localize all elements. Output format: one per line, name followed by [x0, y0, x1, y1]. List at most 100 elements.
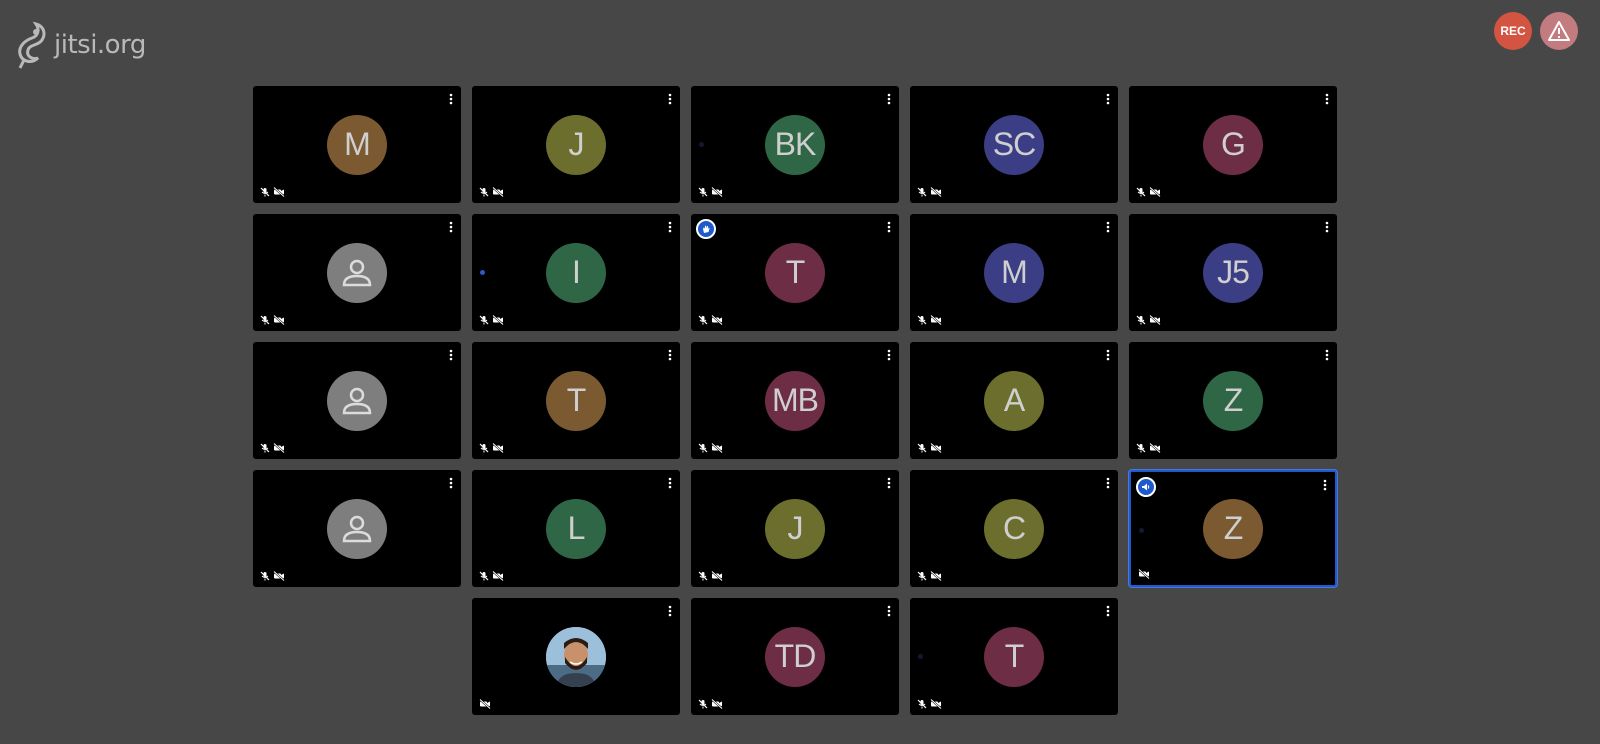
mic-off-icon [479, 571, 489, 581]
status-indicators [698, 315, 723, 325]
more-options-icon[interactable] [885, 348, 893, 362]
status-indicators [917, 571, 942, 581]
camera-off-icon [930, 315, 942, 325]
camera-off-icon [492, 187, 504, 197]
avatar-initials: TD [774, 638, 817, 674]
more-options-icon[interactable] [666, 348, 674, 362]
status-indicators [479, 315, 504, 325]
more-options-icon[interactable] [1323, 220, 1331, 234]
camera-off-icon [1138, 569, 1150, 579]
participant-tile[interactable]: T [472, 342, 680, 459]
participant-tile[interactable] [472, 598, 680, 715]
status-indicators [1136, 443, 1161, 453]
mic-off-icon [917, 443, 927, 453]
camera-off-icon [273, 315, 285, 325]
status-indicators [260, 443, 285, 453]
status-indicators [1138, 569, 1150, 579]
more-options-icon[interactable] [666, 476, 674, 490]
status-indicators [260, 571, 285, 581]
participant-tile[interactable]: M [910, 214, 1118, 331]
more-options-icon[interactable] [885, 476, 893, 490]
default-avatar-icon [342, 515, 372, 542]
participant-tile[interactable]: T [910, 598, 1118, 715]
more-options-icon[interactable] [1104, 476, 1112, 490]
mic-off-icon [917, 187, 927, 197]
avatar: G [1203, 114, 1263, 175]
avatar: TD [765, 626, 825, 687]
more-options-icon[interactable] [447, 476, 455, 490]
default-avatar-icon [342, 259, 372, 286]
mic-off-icon [698, 187, 708, 197]
more-options-icon[interactable] [666, 220, 674, 234]
status-indicators [479, 699, 491, 709]
avatar-initials: M [344, 126, 371, 162]
avatar-initials: M [1001, 254, 1028, 290]
participant-tile[interactable]: TD [691, 598, 899, 715]
participant-tile[interactable]: C [910, 470, 1118, 587]
recording-indicator[interactable]: REC [1494, 12, 1532, 50]
camera-off-icon [479, 699, 491, 709]
camera-off-icon [711, 187, 723, 197]
camera-off-icon [492, 315, 504, 325]
participant-tile[interactable]: MB [691, 342, 899, 459]
status-indicators [917, 699, 942, 709]
more-options-icon[interactable] [447, 220, 455, 234]
participant-tile[interactable]: L [472, 470, 680, 587]
avatar-initials: J [568, 126, 585, 162]
camera-off-icon [492, 571, 504, 581]
camera-off-icon [273, 571, 285, 581]
participant-tile[interactable]: G [1129, 86, 1337, 203]
more-options-icon[interactable] [1323, 348, 1331, 362]
more-options-icon[interactable] [1104, 348, 1112, 362]
jitsi-logo[interactable]: jitsi.org [16, 20, 146, 70]
participant-tile[interactable] [253, 470, 461, 587]
avatar-initials: SC [992, 126, 1036, 162]
avatar: J [765, 498, 825, 559]
more-options-icon[interactable] [447, 348, 455, 362]
more-options-icon[interactable] [1104, 92, 1112, 106]
more-options-icon[interactable] [1104, 604, 1112, 618]
more-options-icon[interactable] [1323, 92, 1331, 106]
mic-off-icon [260, 571, 270, 581]
avatar: L [546, 498, 606, 559]
status-indicators [260, 315, 285, 325]
participant-tile[interactable]: T [691, 214, 899, 331]
more-options-icon[interactable] [1321, 478, 1329, 492]
participant-tile[interactable]: J5 [1129, 214, 1337, 331]
warning-indicator[interactable] [1540, 12, 1578, 50]
avatar: MB [765, 370, 825, 431]
more-options-icon[interactable] [447, 92, 455, 106]
participant-tile[interactable]: A [910, 342, 1118, 459]
participant-tile[interactable] [253, 214, 461, 331]
audio-level-indicator [699, 142, 704, 147]
avatar-initials: T [785, 254, 806, 290]
more-options-icon[interactable] [885, 92, 893, 106]
avatar-initials: T [566, 382, 587, 418]
more-options-icon[interactable] [885, 604, 893, 618]
participant-tile[interactable]: SC [910, 86, 1118, 203]
participant-tile[interactable]: Z [1129, 342, 1337, 459]
avatar: Z [1203, 370, 1263, 431]
camera-off-icon [273, 187, 285, 197]
camera-off-icon [711, 443, 723, 453]
more-options-icon[interactable] [1104, 220, 1112, 234]
more-options-icon[interactable] [885, 220, 893, 234]
status-indicators [1136, 187, 1161, 197]
participant-tile[interactable]: I [472, 214, 680, 331]
avatar: T [546, 370, 606, 431]
participant-tile[interactable] [253, 342, 461, 459]
avatar-initials: L [567, 510, 586, 546]
participant-tile[interactable]: M [253, 86, 461, 203]
participant-tile[interactable]: J [472, 86, 680, 203]
logo-text: jitsi.org [54, 30, 146, 60]
status-indicators [698, 443, 723, 453]
more-options-icon[interactable] [666, 604, 674, 618]
mic-off-icon [917, 571, 927, 581]
participant-tile[interactable]: Z [1129, 470, 1337, 587]
participant-tile[interactable]: BK [691, 86, 899, 203]
raised-hand-icon [703, 225, 710, 233]
mic-off-icon [479, 315, 489, 325]
mic-off-icon [1136, 315, 1146, 325]
more-options-icon[interactable] [666, 92, 674, 106]
participant-tile[interactable]: J [691, 470, 899, 587]
